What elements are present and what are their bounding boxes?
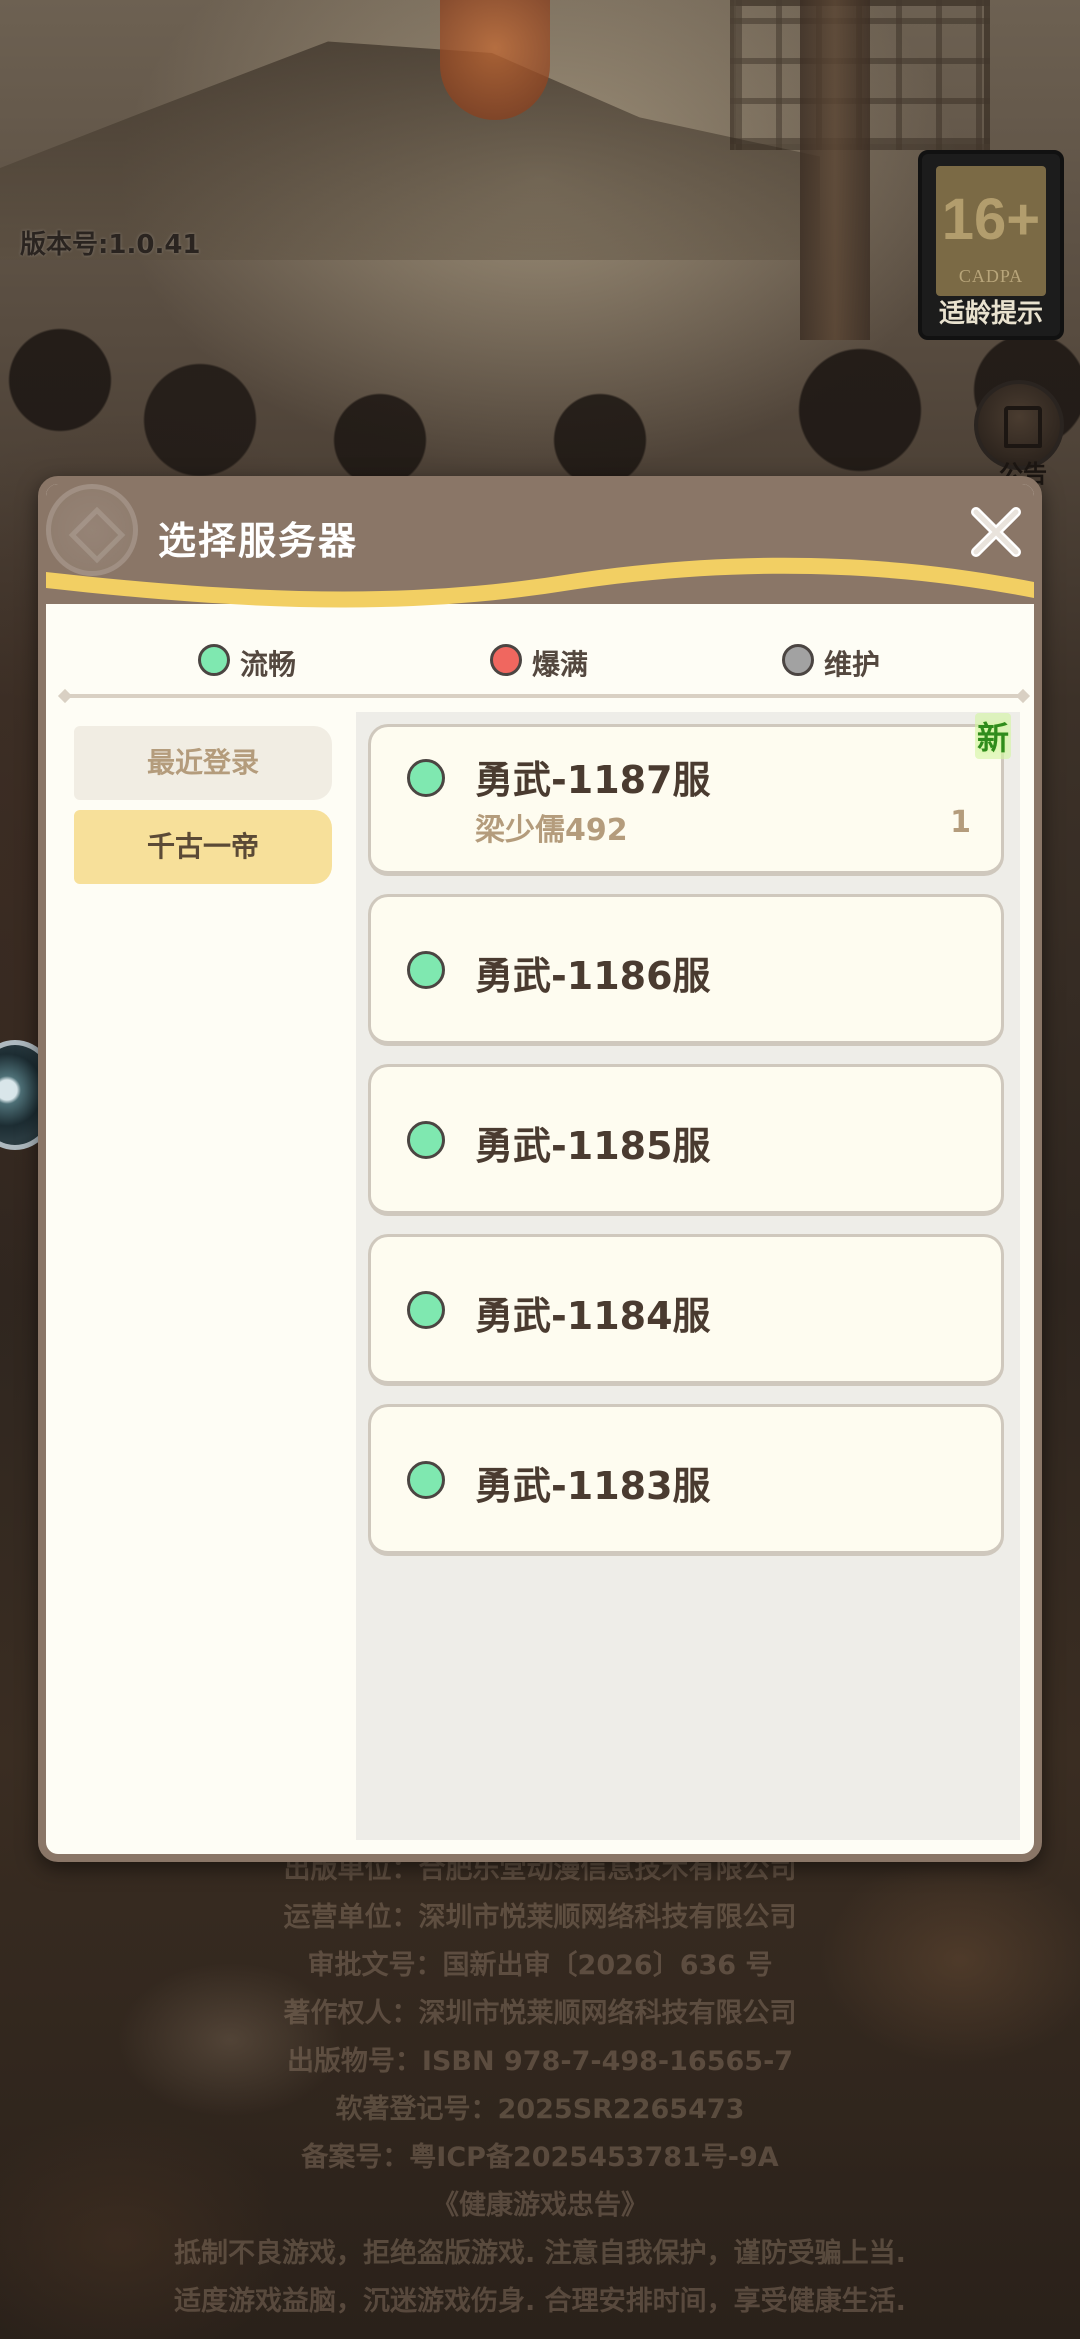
status-dot-icon xyxy=(407,951,445,989)
status-dot-icon xyxy=(490,644,522,676)
legend-label: 爆满 xyxy=(532,648,589,681)
background-lantern xyxy=(440,0,550,120)
age-rating-badge[interactable]: 16+ CADPA 适龄提示 xyxy=(918,150,1064,340)
age-rating-plate: 16+ CADPA xyxy=(936,166,1046,296)
server-name: 勇武-1184服 xyxy=(475,1294,711,1338)
legend-divider xyxy=(64,694,1024,698)
server-name: 勇武-1187服 xyxy=(475,758,711,802)
legend-label: 维护 xyxy=(824,648,881,681)
server-name: 勇武-1183服 xyxy=(475,1464,711,1508)
dialog-header-wave xyxy=(46,554,1034,608)
server-item[interactable]: 勇武-1184服 xyxy=(368,1234,1004,1386)
tab-server-group[interactable]: 千古一帝 xyxy=(74,810,332,884)
server-name: 勇武-1186服 xyxy=(475,954,711,998)
close-icon xyxy=(971,507,1021,557)
legal-line: 著作权人：深圳市悦莱顺网络科技有限公司 xyxy=(283,1998,797,2029)
server-select-dialog: 选择服务器 流畅 爆满 维护 最近登录 千古一帝 勇武-1187服 梁少儒492… xyxy=(38,476,1042,1862)
notice-button[interactable]: 公告 xyxy=(974,380,1064,488)
notice-icon xyxy=(1004,406,1042,448)
legend-label: 流畅 xyxy=(240,648,297,681)
server-list[interactable]: 勇武-1187服 梁少儒492 1 新 勇武-1186服 勇武-1185服 勇武… xyxy=(356,712,1020,1840)
close-button[interactable] xyxy=(968,504,1024,560)
character-level: 1 xyxy=(950,805,971,840)
status-dot-icon xyxy=(198,644,230,676)
status-dot-icon xyxy=(407,759,445,797)
legal-line: 备案号：粤ICP备2025453781号-9A xyxy=(301,2142,779,2173)
status-dot-icon xyxy=(407,1121,445,1159)
legal-line: 运营单位：深圳市悦莱顺网络科技有限公司 xyxy=(283,1902,797,1933)
server-item[interactable]: 勇武-1183服 xyxy=(368,1404,1004,1556)
legal-line: 抵制不良游戏，拒绝盗版游戏. 注意自我保护，谨防受骗上当. xyxy=(174,2238,906,2269)
server-item[interactable]: 勇武-1187服 梁少儒492 1 新 xyxy=(368,713,1011,876)
status-dot-icon xyxy=(407,1291,445,1329)
status-dot-icon xyxy=(407,1461,445,1499)
legal-line: 审批文号：国新出审〔2026〕636 号 xyxy=(307,1950,773,1981)
tab-recent-login[interactable]: 最近登录 xyxy=(74,726,332,800)
character-name: 梁少儒492 xyxy=(475,813,628,848)
age-rating-org: CADPA xyxy=(958,266,1024,286)
server-item[interactable]: 勇武-1185服 xyxy=(368,1064,1004,1216)
status-dot-icon xyxy=(782,644,814,676)
server-name: 勇武-1185服 xyxy=(475,1124,711,1168)
legal-line: 适度游戏益脑，沉迷游戏伤身. 合理安排时间，享受健康生活. xyxy=(174,2286,906,2317)
legal-line: 《健康游戏忠告》 xyxy=(432,2190,648,2221)
legal-line: 软著登记号：2025SR2265473 xyxy=(335,2094,745,2125)
server-item[interactable]: 勇武-1186服 xyxy=(368,894,1004,1046)
new-server-badge: 新 xyxy=(974,713,1011,759)
dialog-title: 选择服务器 xyxy=(158,519,359,563)
background-pillar xyxy=(800,0,870,340)
legal-line: 出版物号：ISBN 978-7-498-16565-7 xyxy=(286,2046,794,2077)
age-rating-tip: 适龄提示 xyxy=(938,299,1043,329)
age-rating-number: 16+ xyxy=(941,187,1041,252)
compass-emblem-icon xyxy=(46,484,138,576)
legal-info: 出版单位：合肥乐堂动漫信息技术有限公司 运营单位：深圳市悦莱顺网络科技有限公司 … xyxy=(0,1846,1080,2326)
version-label: 版本号:1.0.41 xyxy=(20,230,201,260)
